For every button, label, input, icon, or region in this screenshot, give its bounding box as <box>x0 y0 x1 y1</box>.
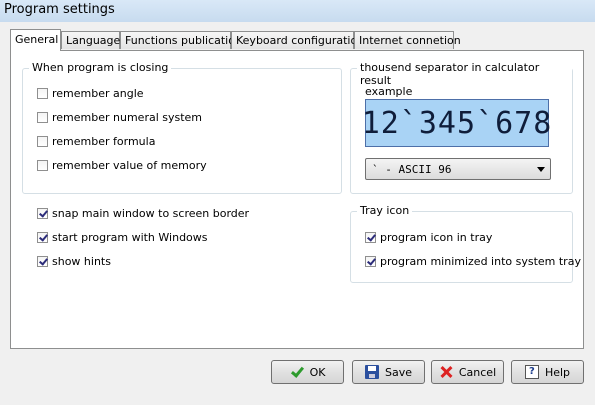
ok-button-label: OK <box>309 365 326 379</box>
remember-angle-option[interactable]: remember angle <box>37 85 144 101</box>
remember-numeral-system-label: remember numeral system <box>52 110 203 124</box>
separator-group-title: thousend separator in calculator result <box>357 61 572 87</box>
chevron-down-icon[interactable] <box>537 167 545 172</box>
question-mark-icon: ? <box>524 365 539 379</box>
save-button-label: Save <box>384 365 412 379</box>
minimize-to-tray-label: program minimized into system tray <box>380 254 581 268</box>
show-hints-checkbox[interactable] <box>37 255 48 267</box>
remember-formula-option[interactable]: remember formula <box>37 133 155 149</box>
tab-language[interactable]: Language <box>61 31 120 49</box>
tab-general[interactable]: General <box>10 29 61 51</box>
remember-memory-checkbox[interactable] <box>37 159 48 171</box>
start-with-windows-checkbox[interactable] <box>37 231 48 243</box>
remember-memory-label: remember value of memory <box>52 158 207 172</box>
tray-icon-checkbox[interactable] <box>365 231 376 243</box>
floppy-disk-icon <box>364 365 379 379</box>
separator-select[interactable]: ` - ASCII 96 <box>365 158 551 180</box>
tab-keyboard-configuration[interactable]: Keyboard configuration <box>231 31 364 49</box>
example-label: example <box>365 85 413 98</box>
start-with-windows-label: start program with Windows <box>52 230 208 244</box>
remember-angle-label: remember angle <box>52 86 144 100</box>
remember-numeral-system-option[interactable]: remember numeral system <box>37 109 202 125</box>
window-title: Program settings <box>4 2 115 17</box>
help-button[interactable]: ? Help <box>511 360 584 384</box>
tray-group: Tray icon <box>350 204 573 283</box>
checkmark-icon <box>290 365 304 379</box>
separator-example-display: 12`345`678 <box>362 99 551 147</box>
start-with-windows-option[interactable]: start program with Windows <box>37 229 208 245</box>
cancel-button[interactable]: Cancel <box>431 360 504 384</box>
snap-window-option[interactable]: snap main window to screen border <box>37 205 249 221</box>
remember-angle-checkbox[interactable] <box>37 87 48 99</box>
remember-formula-checkbox[interactable] <box>37 135 48 147</box>
minimize-to-tray-option[interactable]: program minimized into system tray <box>365 253 581 269</box>
tab-internet-connection[interactable]: Internet connetion <box>354 31 461 49</box>
ok-button[interactable]: OK <box>271 360 344 384</box>
title-bar[interactable]: Program settings <box>0 0 595 22</box>
tray-group-title: Tray icon <box>357 204 413 217</box>
show-hints-label: show hints <box>52 254 111 268</box>
snap-window-checkbox[interactable] <box>37 207 48 219</box>
tab-functions-publication[interactable]: Functions publication <box>120 31 242 49</box>
settings-window: Program settings General Language Functi… <box>0 0 595 405</box>
tray-icon-option[interactable]: program icon in tray <box>365 229 492 245</box>
save-button[interactable]: Save <box>352 360 425 384</box>
remember-formula-label: remember formula <box>52 134 156 148</box>
closing-group-title: When program is closing <box>29 61 172 74</box>
remember-numeral-system-checkbox[interactable] <box>37 111 48 123</box>
red-x-icon <box>439 365 453 379</box>
separator-select-value: ` - ASCII 96 <box>372 163 452 176</box>
cancel-button-label: Cancel <box>458 365 497 379</box>
tray-icon-label: program icon in tray <box>380 230 493 244</box>
minimize-to-tray-checkbox[interactable] <box>365 255 376 267</box>
remember-memory-option[interactable]: remember value of memory <box>37 157 207 173</box>
show-hints-option[interactable]: show hints <box>37 253 111 269</box>
help-button-label: Help <box>544 365 571 379</box>
snap-window-label: snap main window to screen border <box>52 206 250 220</box>
